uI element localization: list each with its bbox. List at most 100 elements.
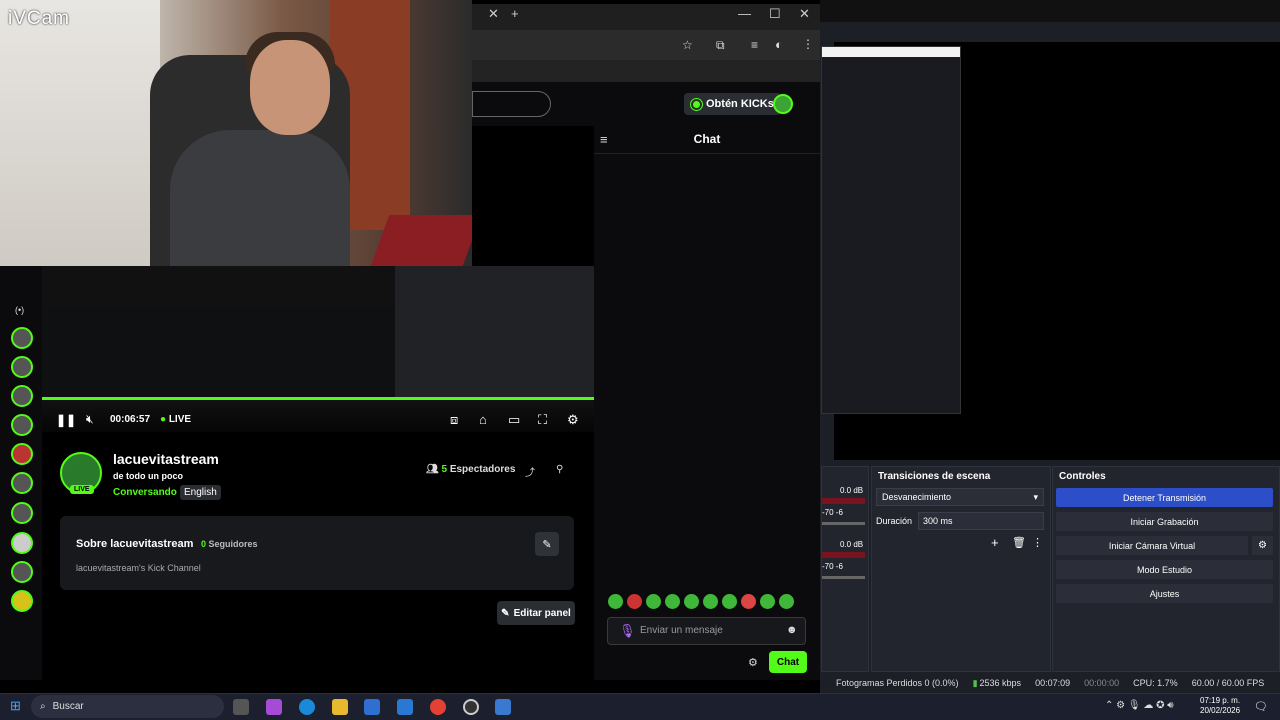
emote-icon[interactable] [779, 594, 794, 609]
clip-icon[interactable]: ⌂ [479, 412, 487, 427]
bitrate: 2536 kbps [979, 678, 1022, 688]
sidebar-channel-avatar[interactable] [11, 414, 33, 436]
start-recording-button[interactable]: Iniciar Grabación [1056, 512, 1273, 531]
address-bar[interactable] [472, 30, 820, 60]
theater-mode-icon[interactable]: ▭ [508, 412, 520, 428]
fullscreen-icon[interactable]: ⛶ [538, 412, 547, 428]
windows-start-icon[interactable]: ⊞ [10, 698, 21, 714]
volume-slider-2[interactable] [822, 576, 865, 579]
studio-mode-button[interactable]: Modo Estudio [1056, 560, 1273, 579]
maximize-button[interactable]: ☐ [769, 6, 781, 22]
taskbar-search-input[interactable]: ⌕ Buscar [31, 695, 224, 718]
sidebar-channel-avatar[interactable] [11, 472, 33, 494]
media-control-icon[interactable]: ≡ [751, 38, 758, 52]
mail-icon[interactable] [397, 699, 413, 715]
emote-bar [608, 594, 808, 612]
bookmark-star-icon[interactable]: ☆ [682, 38, 693, 52]
sidebar-channel-avatar[interactable] [11, 356, 33, 378]
obs-menubar [820, 0, 1280, 22]
stream-category[interactable]: Conversando [113, 487, 177, 498]
kick-search-input[interactable] [472, 91, 551, 117]
get-kicks-label: Obtén KICKs [706, 98, 774, 110]
about-panel [60, 516, 574, 590]
chat-settings-gear-icon[interactable]: ⚙ [748, 656, 758, 669]
store-icon[interactable] [364, 699, 380, 715]
language-tag[interactable]: English [180, 485, 221, 500]
followers-label: Seguidores [208, 539, 258, 549]
taskbar-search-placeholder: Buscar [52, 701, 84, 712]
emote-icon[interactable] [608, 594, 623, 609]
emote-icon[interactable] [722, 594, 737, 609]
duration-label: Duración [876, 516, 913, 526]
emote-icon[interactable] [741, 594, 756, 609]
edit-panel-button[interactable]: ✎ Editar panel [497, 601, 575, 625]
emoji-picker-icon[interactable]: ☻ [786, 624, 798, 636]
emote-icon[interactable] [627, 594, 642, 609]
pip-icon[interactable]: ⧈ [450, 412, 458, 428]
get-kicks-button[interactable]: Obtén KICKs [684, 93, 781, 115]
sidebar-channel-avatar[interactable] [11, 502, 33, 524]
delete-transition-icon[interactable]: 🗑︎ [1012, 536, 1026, 549]
taskbar-clock[interactable]: 07:19 p. m. 20/02/2026 [1200, 696, 1240, 716]
sidebar-channel-avatar[interactable] [11, 443, 33, 465]
virtual-camera-gear-icon[interactable]: ⚙ [1252, 536, 1273, 555]
user-avatar[interactable] [773, 94, 793, 114]
duration-value: 300 ms [923, 516, 953, 526]
settings-button[interactable]: Ajustes [1056, 584, 1273, 603]
sidebar-toggle-icon[interactable]: (•) [15, 305, 24, 315]
chrome-icon[interactable] [430, 699, 446, 715]
browser-menu-icon[interactable]: ⋮ [802, 37, 814, 51]
task-view-icon[interactable] [233, 699, 249, 715]
sidebar-channel-avatar[interactable] [11, 590, 33, 612]
start-virtual-camera-button[interactable]: Iniciar Cámara Virtual [1056, 536, 1248, 555]
live-indicator: ● LIVE [160, 414, 192, 425]
user-settings-icon[interactable]: ⚲ [556, 464, 563, 475]
channel-name[interactable]: lacuevitastream [113, 451, 219, 467]
edit-pencil-icon[interactable]: ✎ [535, 532, 559, 556]
new-tab-button[interactable]: + [511, 6, 519, 21]
player-time: 00:06:57 [110, 414, 151, 425]
sidebar-channel-avatar[interactable] [11, 385, 33, 407]
add-transition-icon[interactable]: + [991, 535, 999, 550]
cpu-usage: CPU: 1.7% [1133, 678, 1178, 688]
audio-meter-1 [822, 498, 865, 504]
pause-button[interactable]: ❚❚ [56, 413, 76, 427]
viewers-icon: 👥︎ [426, 464, 439, 475]
close-window-button[interactable]: ✕ [799, 6, 810, 22]
extensions-icon[interactable]: ⧉ [716, 38, 725, 53]
audio-db-1: 0.0 dB [840, 486, 864, 495]
emote-icon[interactable] [646, 594, 661, 609]
volume-slider-1[interactable] [822, 522, 865, 525]
obs-icon[interactable] [463, 699, 479, 715]
stop-streaming-button[interactable]: Detener Transmisión [1056, 488, 1273, 507]
more-options-icon[interactable]: ⋮ [1032, 536, 1043, 549]
app-shield-icon[interactable] [495, 699, 511, 715]
copilot-icon[interactable] [266, 699, 282, 715]
share-icon[interactable]: ⤴ [525, 464, 535, 479]
send-chat-button[interactable]: Chat [769, 651, 807, 673]
sidebar-channel-avatar[interactable] [11, 561, 33, 583]
sidebar-channel-avatar[interactable] [11, 532, 33, 554]
emote-icon[interactable] [760, 594, 775, 609]
settings-gear-icon[interactable]: ⚙ [567, 412, 579, 428]
fps: 60.00 / 60.00 FPS [1191, 678, 1265, 688]
mute-icon[interactable]: 🔇︎ [86, 412, 94, 427]
chevron-down-icon: ▾ [1033, 492, 1038, 502]
chat-title: Chat [693, 132, 721, 146]
emote-icon[interactable] [665, 594, 680, 609]
microphone-icon[interactable]: 🎙︎ [619, 623, 636, 639]
system-tray[interactable]: ⌃ ⚙ 🎙︎ ☁ ✪ 🔊︎ [1105, 700, 1174, 711]
emote-icon[interactable] [703, 594, 718, 609]
file-explorer-icon[interactable] [332, 699, 348, 715]
transition-select[interactable]: Desvanecimiento ▾ [876, 488, 1044, 506]
duration-input[interactable]: 300 ms [918, 512, 1044, 530]
notification-icon[interactable]: 🗨︎ [1254, 700, 1268, 713]
minimize-button[interactable]: — [738, 6, 751, 21]
profile-icon[interactable]: ◐ [775, 37, 783, 52]
webcam-overlay [0, 0, 472, 266]
tab-close-icon[interactable]: ✕ [488, 6, 499, 22]
emote-icon[interactable] [684, 594, 699, 609]
sidebar-channel-avatar[interactable] [11, 327, 33, 349]
clock-time: 07:19 p. m. [1200, 696, 1241, 705]
edge-icon[interactable] [299, 699, 315, 715]
